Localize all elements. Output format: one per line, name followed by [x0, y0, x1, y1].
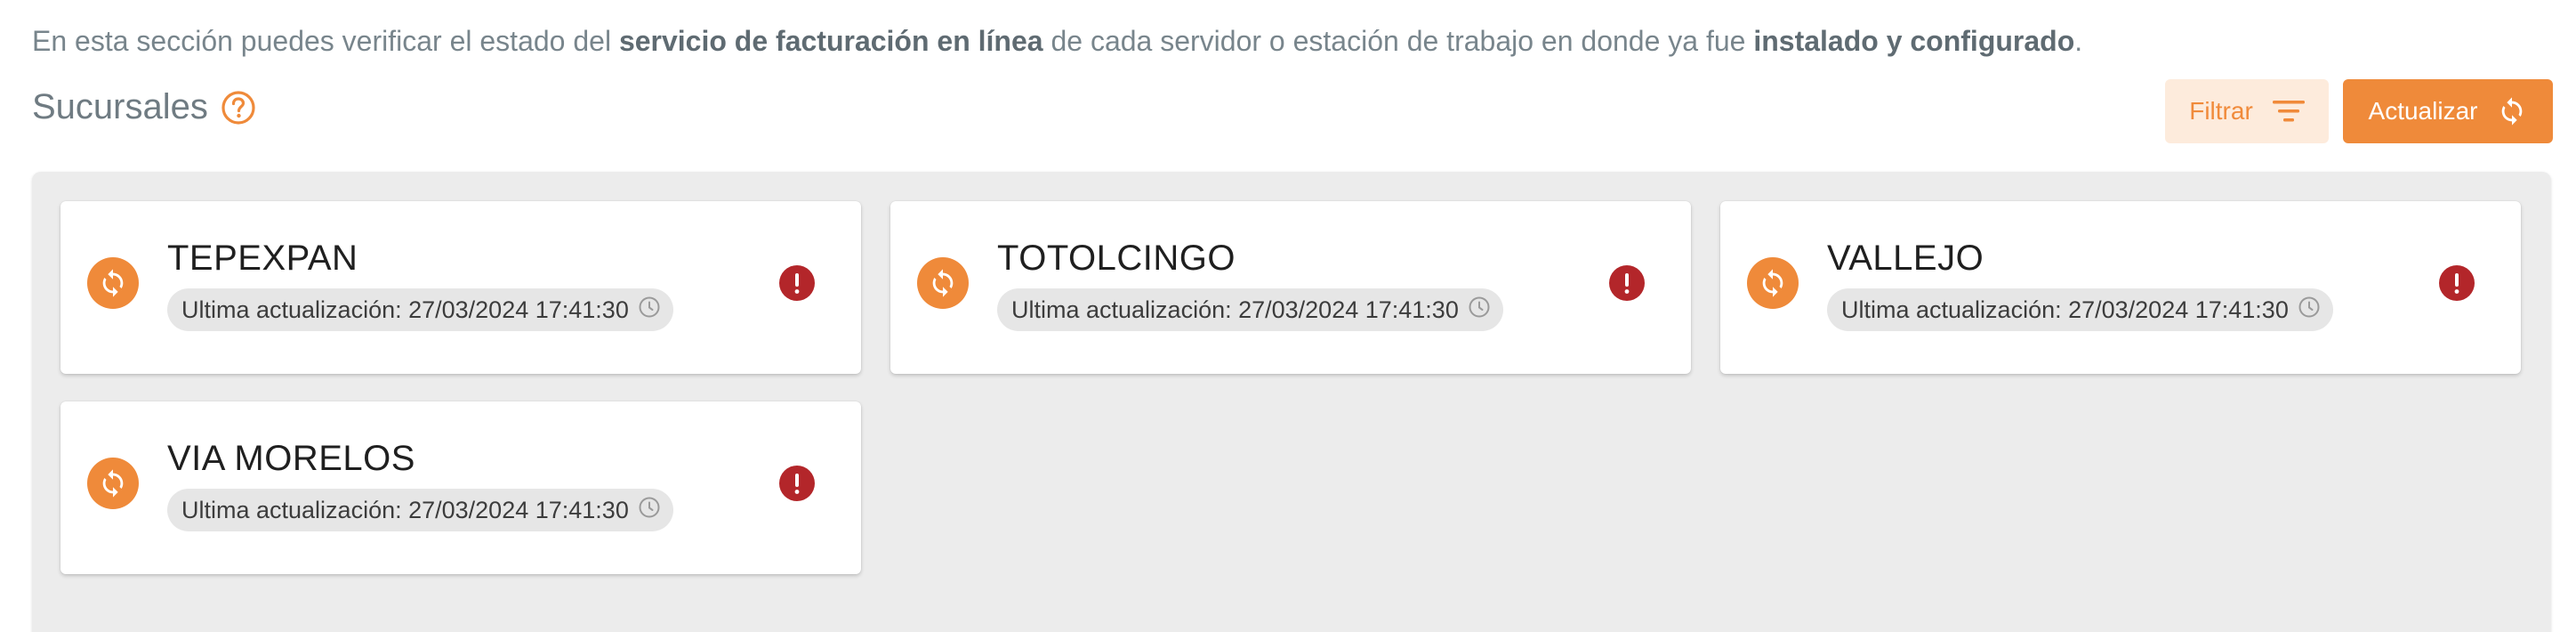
- error-icon: [779, 265, 815, 301]
- last-update-text: Ultima actualización: 27/03/2024 17:41:3…: [181, 496, 629, 523]
- update-button-label: Actualizar: [2368, 97, 2478, 125]
- intro-part-1: En esta sección puedes verificar el esta…: [32, 25, 619, 57]
- branch-name: VALLEJO: [1827, 239, 1984, 278]
- last-update-chip: Ultima actualización: 27/03/2024 17:41:3…: [1827, 288, 2333, 331]
- section-header: Sucursales: [32, 87, 256, 127]
- filter-lines-icon: [2272, 99, 2305, 124]
- last-update-chip: Ultima actualización: 27/03/2024 17:41:3…: [167, 288, 673, 331]
- intro-part-3: .: [2074, 25, 2083, 57]
- branch-name: TEPEXPAN: [167, 239, 358, 278]
- intro-part-2: de cada servidor o estación de trabajo e…: [1042, 25, 1754, 57]
- branch-card-totolcingo[interactable]: TOTOLCINGO Ultima actualización: 27/03/2…: [890, 201, 1691, 374]
- filter-button[interactable]: Filtrar: [2165, 79, 2329, 143]
- sync-icon: [2497, 96, 2527, 126]
- last-update-text: Ultima actualización: 27/03/2024 17:41:3…: [1011, 296, 1459, 323]
- last-update-text: Ultima actualización: 27/03/2024 17:41:3…: [1841, 296, 2289, 323]
- clock-icon: [2298, 296, 2321, 325]
- last-update-chip: Ultima actualización: 27/03/2024 17:41:3…: [167, 489, 673, 531]
- sync-status-icon: [1747, 257, 1799, 309]
- intro-bold-service: servicio de facturación en línea: [618, 25, 1043, 57]
- error-icon: [779, 466, 815, 501]
- branch-name: TOTOLCINGO: [997, 239, 1236, 278]
- error-icon: [1609, 265, 1645, 301]
- update-button[interactable]: Actualizar: [2343, 79, 2553, 143]
- branch-name: VIA MORELOS: [167, 439, 415, 478]
- clock-icon: [638, 496, 661, 525]
- clock-icon: [1468, 296, 1491, 325]
- branch-card-vallejo[interactable]: VALLEJO Ultima actualización: 27/03/2024…: [1720, 201, 2521, 374]
- sync-status-icon: [917, 257, 969, 309]
- last-update-chip: Ultima actualización: 27/03/2024 17:41:3…: [997, 288, 1503, 331]
- branch-card-tepexpan[interactable]: TEPEXPAN Ultima actualización: 27/03/202…: [60, 201, 861, 374]
- filter-button-label: Filtrar: [2189, 97, 2253, 125]
- branch-card-via-morelos[interactable]: VIA MORELOS Ultima actualización: 27/03/…: [60, 401, 861, 574]
- intro-text: En esta sección puedes verificar el esta…: [32, 25, 2082, 58]
- error-icon: [2439, 265, 2475, 301]
- last-update-text: Ultima actualización: 27/03/2024 17:41:3…: [181, 296, 629, 323]
- sync-status-icon: [87, 458, 139, 509]
- help-circle-icon[interactable]: [221, 90, 256, 126]
- clock-icon: [638, 296, 661, 325]
- sync-status-icon: [87, 257, 139, 309]
- intro-bold-installed: instalado y configurado: [1753, 25, 2075, 57]
- section-title: Sucursales: [32, 87, 208, 126]
